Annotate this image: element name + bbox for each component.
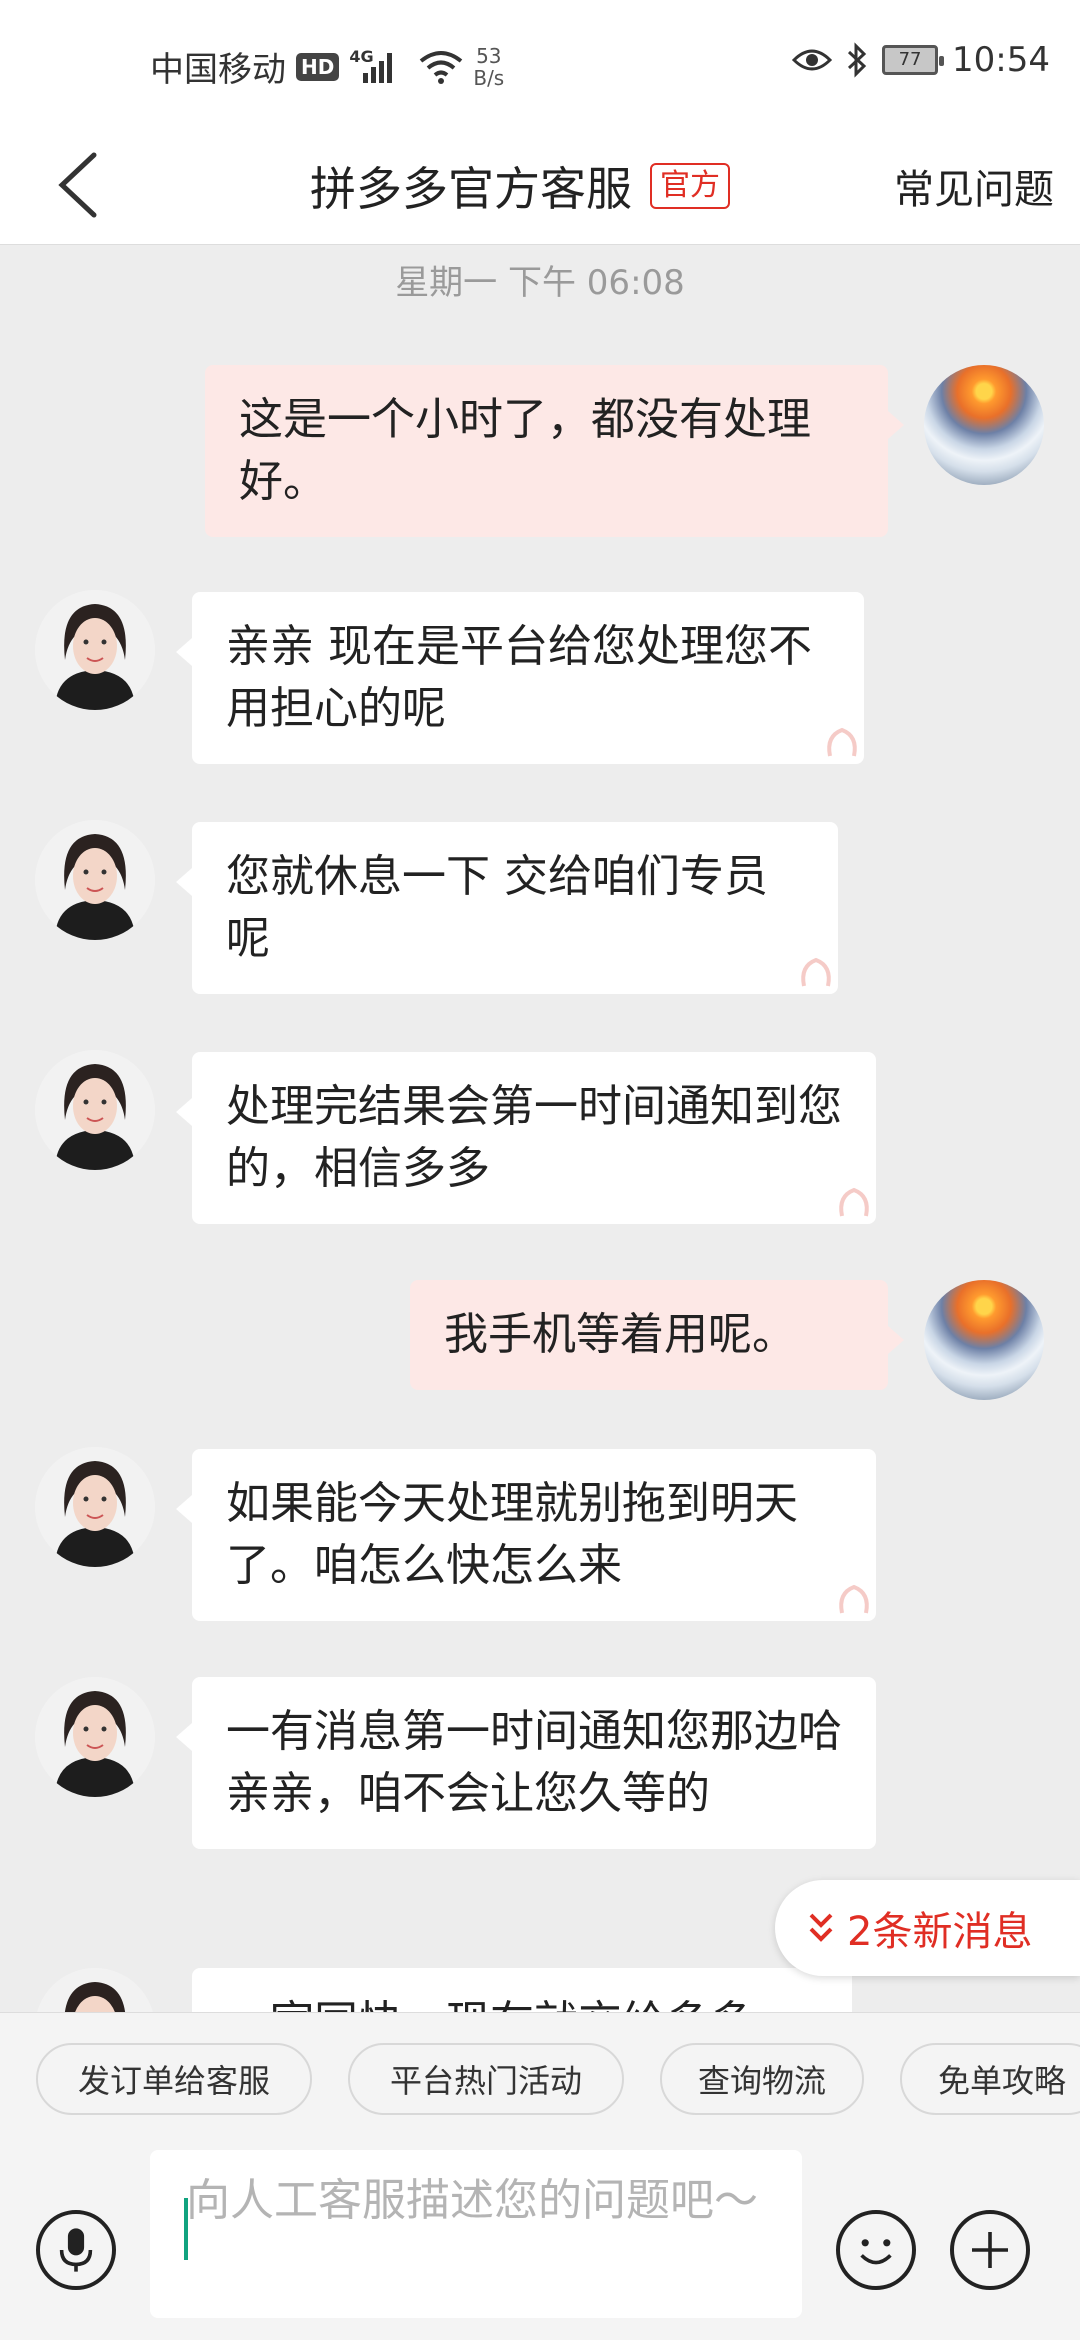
user-avatar[interactable] xyxy=(924,1280,1044,1400)
message-row: 处理完结果会第一时间通知到您的，相信多多 xyxy=(0,1050,1080,1240)
chevron-double-down-icon xyxy=(809,1913,833,1942)
bluetooth-icon xyxy=(847,42,867,78)
clock: 10:54 xyxy=(952,40,1050,80)
plus-icon[interactable] xyxy=(950,2210,1030,2290)
status-right: 77 10:54 xyxy=(792,40,1050,80)
speed-value: 53 xyxy=(476,43,502,68)
eye-icon xyxy=(792,49,833,71)
incoming-message-bubble[interactable]: 如果能今天处理就别拖到明天了。咱怎么快怎么来 xyxy=(176,1449,876,1621)
message-text: 您就休息一下 交给咱们专员呢 xyxy=(226,851,768,964)
message-timestamp: 星期一 下午 06:08 xyxy=(395,263,685,303)
carrier-name: 中国移动 xyxy=(150,50,286,90)
status-bar: 中国移动 HD 4G 53 B/s 77 10:54 xyxy=(0,0,1080,125)
quick-action-send-order[interactable]: 发订单给客服 xyxy=(36,2043,312,2115)
agent-avatar[interactable] xyxy=(35,1447,155,1567)
pinduoduo-watermark-icon xyxy=(801,957,831,987)
agent-avatar[interactable] xyxy=(35,820,155,940)
battery-level: 77 xyxy=(898,49,922,70)
outgoing-message-bubble[interactable]: 这是一个小时了，都没有处理好。 xyxy=(205,365,904,537)
quick-actions-bar: 发订单给客服 平台热门活动 查询物流 免单攻略 xyxy=(0,2012,1080,2148)
user-avatar[interactable] xyxy=(924,365,1044,485)
message-input[interactable]: 向人工客服描述您的问题吧～ xyxy=(150,2150,802,2318)
agent-avatar[interactable] xyxy=(35,590,155,710)
message-text: 如果能今天处理就别拖到明天了。咱怎么快怎么来 xyxy=(226,1478,798,1591)
agent-avatar[interactable] xyxy=(35,1677,155,1797)
pinduoduo-watermark-icon xyxy=(839,1187,869,1217)
message-input-placeholder: 向人工客服描述您的问题吧～ xyxy=(186,2175,758,2226)
incoming-message-bubble[interactable]: 一有消息第一时间通知您那边哈亲亲，咱不会让您久等的 xyxy=(176,1677,876,1849)
wifi-icon xyxy=(420,50,463,84)
microphone-icon[interactable] xyxy=(36,2210,116,2290)
new-messages-label: 2条新消息 xyxy=(847,1909,1033,1955)
message-row: 亲亲 现在是平台给您处理您不用担心的呢 xyxy=(0,590,1080,780)
official-badge: 官方 xyxy=(650,163,730,209)
message-row: 您就休息一下 交给咱们专员呢 xyxy=(0,820,1080,1010)
input-bar: 向人工客服描述您的问题吧～ xyxy=(0,2148,1080,2340)
cellular-signal-icon: 4G xyxy=(349,47,409,85)
hd-badge: HD xyxy=(296,52,340,81)
pinduoduo-watermark-icon xyxy=(827,727,857,757)
quick-action-track-shipping[interactable]: 查询物流 xyxy=(660,2043,864,2115)
quick-action-hot-events[interactable]: 平台热门活动 xyxy=(348,2043,624,2115)
new-messages-button[interactable]: 2条新消息 xyxy=(775,1880,1080,1976)
message-text: 处理完结果会第一时间通知到您的，相信多多 xyxy=(226,1081,842,1194)
status-left: 中国移动 HD 4G 53 B/s xyxy=(150,42,504,91)
incoming-message-bubble[interactable]: …室同快，现在就交给多多 xyxy=(192,1968,852,2012)
page-title: 拼多多官方客服 xyxy=(310,162,632,216)
pinduoduo-watermark-icon xyxy=(839,1584,869,1614)
agent-avatar[interactable] xyxy=(35,1968,155,2012)
battery-icon: 77 xyxy=(882,45,945,75)
title-group: 拼多多官方客服 官方 xyxy=(310,153,730,219)
message-row: 如果能今天处理就别拖到明天了。咱怎么快怎么来 xyxy=(0,1447,1080,1637)
faq-link[interactable]: 常见问题 xyxy=(894,157,1054,215)
network-speed: 53 B/s xyxy=(473,45,504,89)
emoji-icon[interactable] xyxy=(836,2210,916,2290)
message-text: 亲亲 现在是平台给您处理您不用担心的呢 xyxy=(226,621,812,734)
message-text: 一有消息第一时间通知您那边哈亲亲，咱不会让您久等的 xyxy=(226,1706,842,1819)
incoming-message-bubble[interactable]: 亲亲 现在是平台给您处理您不用担心的呢 xyxy=(176,592,864,764)
agent-avatar[interactable] xyxy=(35,1050,155,1170)
quick-action-free-order-guide[interactable]: 免单攻略 xyxy=(900,2043,1080,2115)
message-row: 我手机等着用呢。 xyxy=(0,1280,1080,1410)
speed-unit: B/s xyxy=(473,65,505,90)
incoming-message-bubble[interactable]: 您就休息一下 交给咱们专员呢 xyxy=(176,822,838,994)
chat-header: 拼多多官方客服 官方 常见问题 xyxy=(0,125,1080,245)
message-row: 这是一个小时了，都没有处理好。 xyxy=(0,360,1080,550)
back-arrow-icon[interactable] xyxy=(52,149,112,221)
outgoing-message-bubble[interactable]: 我手机等着用呢。 xyxy=(410,1280,904,1390)
incoming-message-bubble[interactable]: 处理完结果会第一时间通知到您的，相信多多 xyxy=(176,1052,876,1224)
message-text: …室同快，现在就交给多多 xyxy=(226,1997,754,2012)
